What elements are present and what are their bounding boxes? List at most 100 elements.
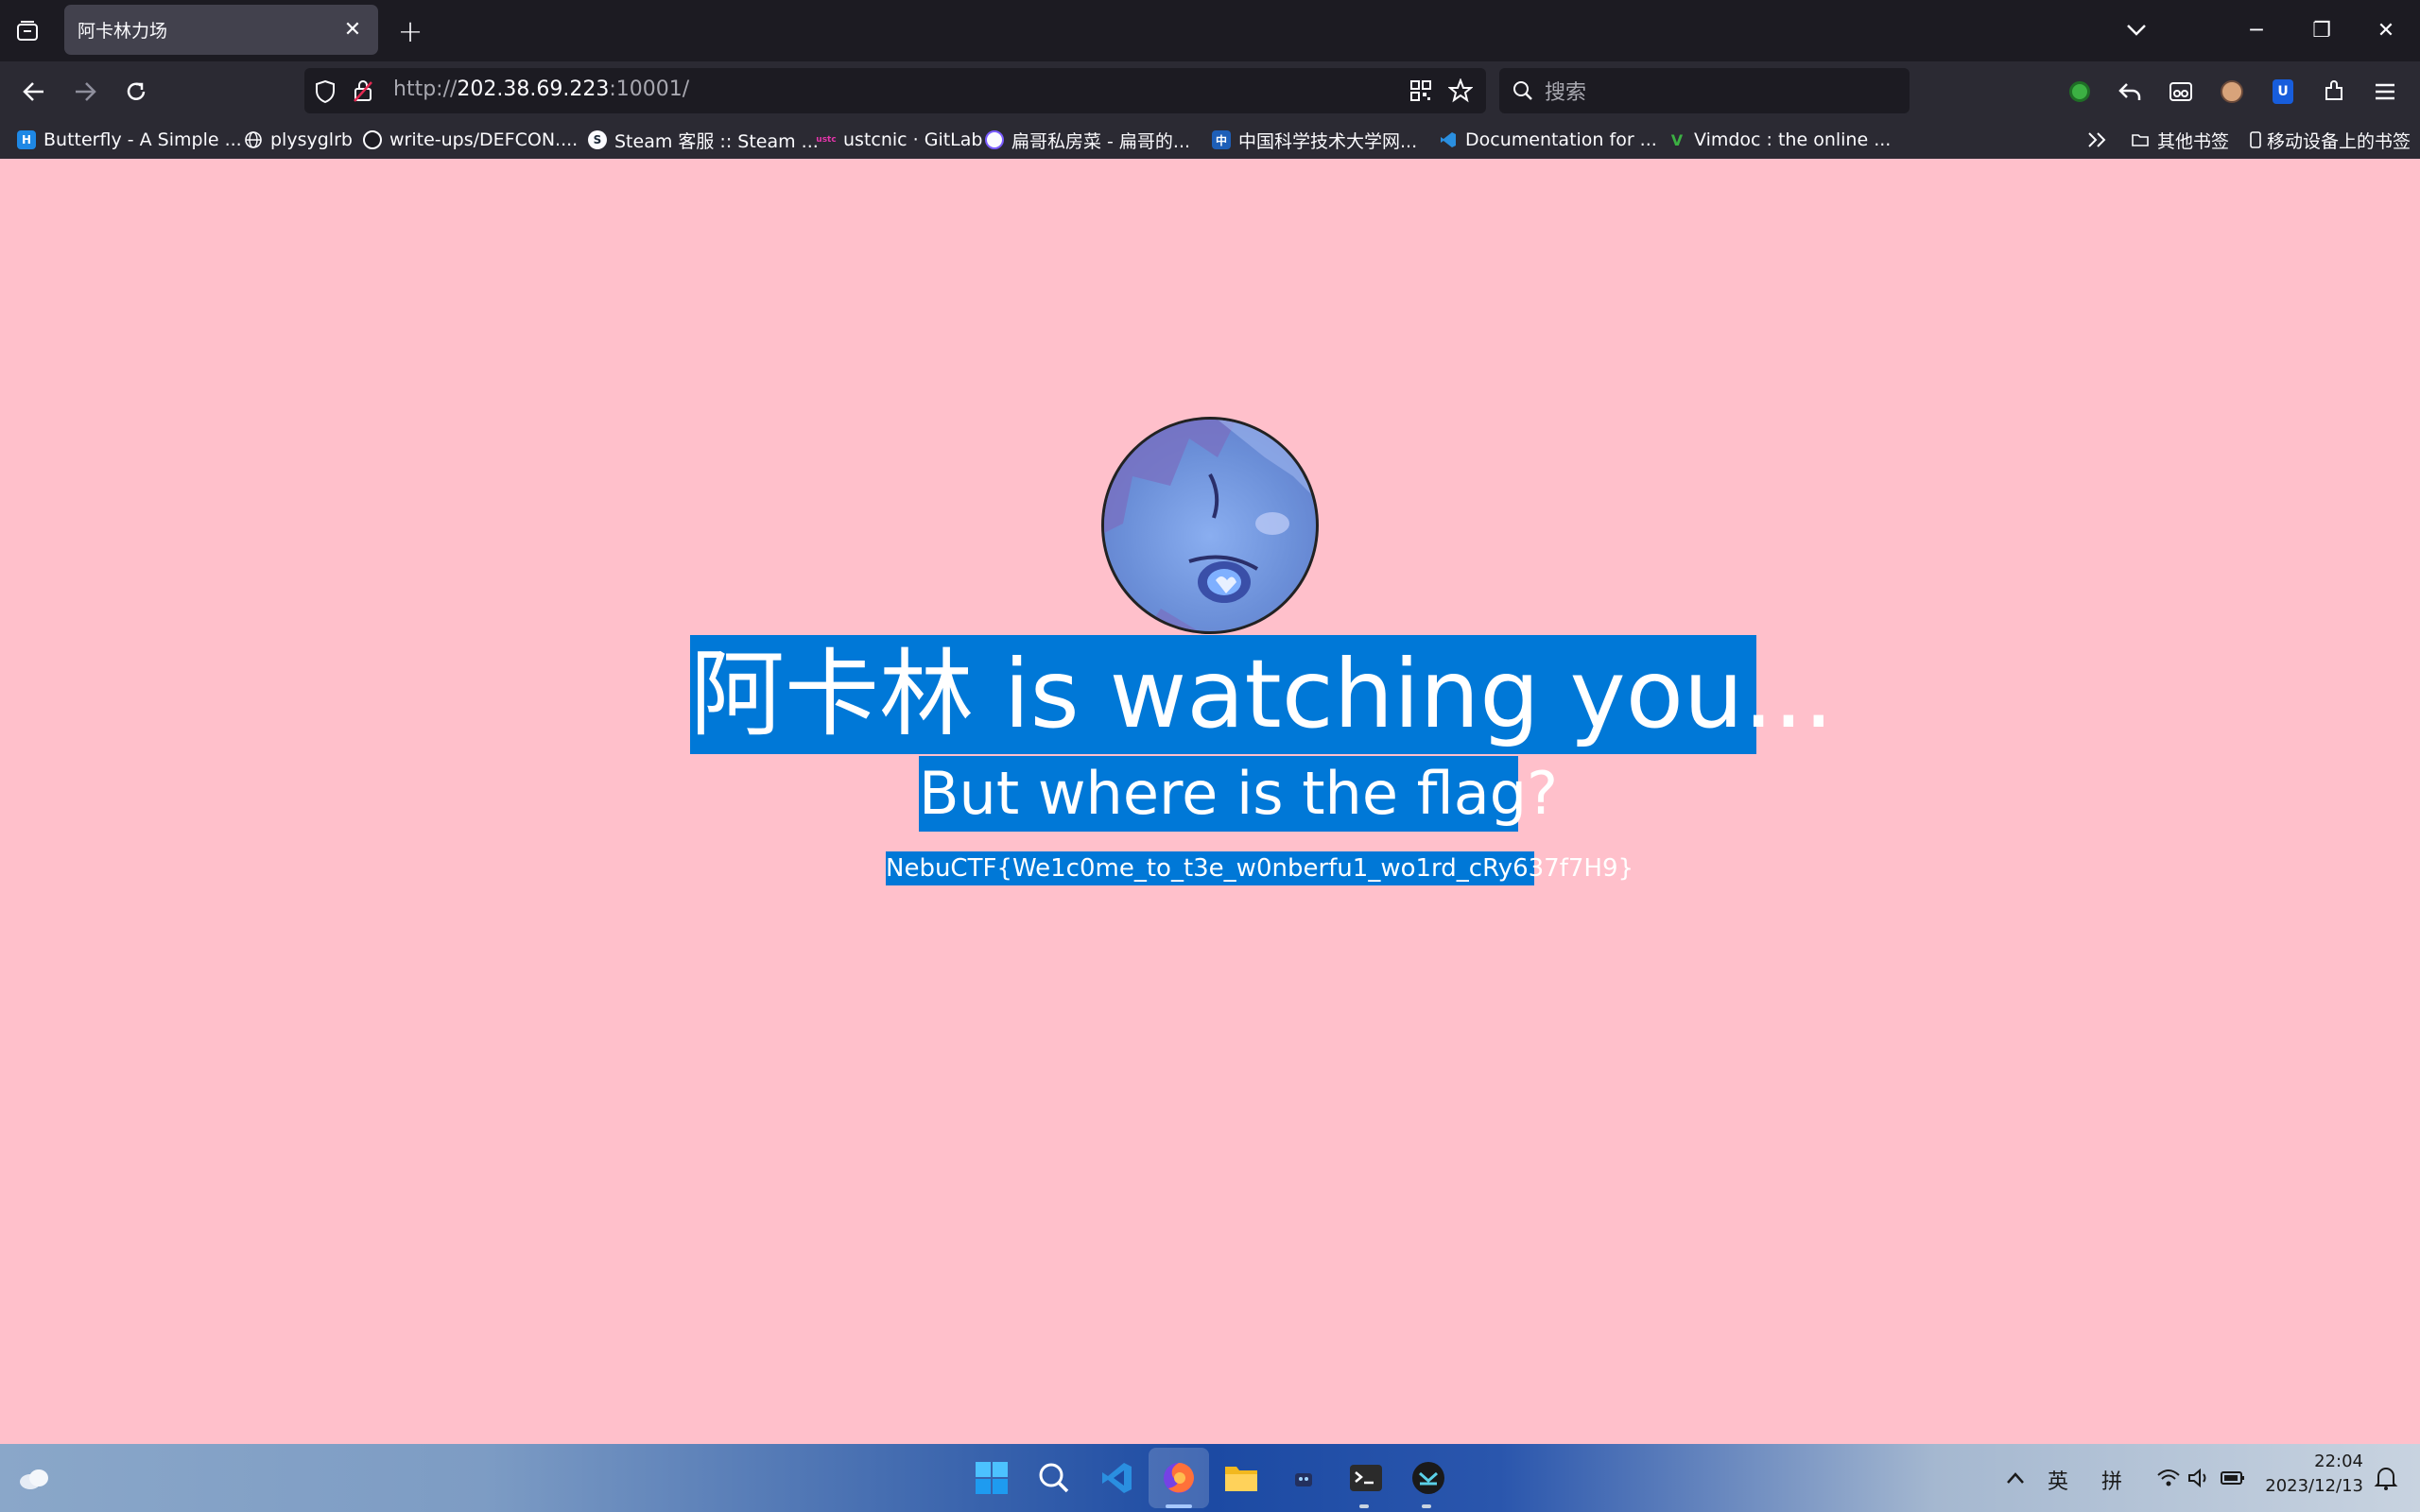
bookmark-item[interactable]: 中中国科学技术大学网...: [1212, 125, 1417, 155]
bookmark-item[interactable]: H Butterfly - A Simple ...: [17, 125, 242, 155]
flag-text: NebuCTF{We1c0me_to_t3e_w0nberfu1_wo1rd_c…: [886, 851, 1634, 885]
bookmark-label: 扁哥私房菜 - 扁哥的...: [1011, 130, 1191, 152]
restore-button[interactable]: ❐: [2293, 9, 2350, 51]
clock-date: 2023/12/13: [2265, 1476, 2363, 1496]
ime-language-indicator[interactable]: 英: [2048, 1465, 2068, 1495]
tab-list-icon: [17, 20, 38, 41]
akarin-avatar-image: [1101, 417, 1319, 634]
terminal-icon[interactable]: [1345, 1457, 1387, 1499]
browser-window: 阿卡林力场 ✕ + ─ ❐ ✕ http://202.38.69.223:100…: [0, 0, 2420, 1512]
bookmarks-toolbar: H Butterfly - A Simple ... plysyglrb writ…: [0, 121, 2420, 159]
globe-icon: [245, 131, 262, 148]
bookmark-item[interactable]: S Steam 客服 :: Steam ...: [588, 125, 819, 155]
reader-glasses-icon[interactable]: [2167, 77, 2195, 106]
address-bar[interactable]: http://202.38.69.223:10001/: [304, 68, 1486, 113]
bookmark-label: Steam 客服 :: Steam ...: [614, 130, 819, 152]
minimize-button[interactable]: ─: [2228, 9, 2285, 51]
folder-icon: [2132, 134, 2149, 146]
bookmark-label: Vimdoc : the online ...: [1694, 129, 1892, 150]
hamburger-menu-icon[interactable]: [2371, 77, 2399, 106]
close-window-button[interactable]: ✕: [2358, 9, 2414, 51]
vscode-taskbar-icon[interactable]: [1096, 1457, 1137, 1499]
other-bookmarks-label: 其他书签: [2157, 130, 2230, 152]
bookmark-label: Documentation for ...: [1465, 129, 1657, 150]
ime-mode-indicator[interactable]: 拼: [2101, 1465, 2122, 1495]
bookmark-label: ustcnic · GitLab: [843, 129, 983, 150]
page-heading: 阿卡林 is watching you...: [690, 635, 1834, 754]
mobile-device-icon: [2250, 131, 2261, 148]
gitlab-icon: ustc: [816, 135, 837, 145]
bookmark-label: plysyglrb: [270, 129, 353, 150]
bookmark-item[interactable]: Documentation for ...: [1439, 125, 1657, 155]
windows-start-icon[interactable]: [971, 1457, 1012, 1499]
terminal-running-indicator: [1359, 1504, 1369, 1508]
github-icon: [363, 130, 382, 149]
tab-title: 阿卡林力场: [78, 21, 168, 42]
navigation-toolbar: http://202.38.69.223:10001/ 搜索 U: [0, 61, 2420, 121]
double-chevron-icon: [2088, 132, 2106, 147]
app-character-icon[interactable]: [1283, 1457, 1324, 1499]
app-mail-icon[interactable]: [1408, 1457, 1449, 1499]
back-button[interactable]: [13, 71, 55, 112]
tab-list-button[interactable]: [0, 0, 55, 61]
reload-button[interactable]: [115, 71, 157, 112]
new-tab-button[interactable]: +: [391, 13, 429, 49]
reload-icon: [127, 82, 146, 100]
search-placeholder: 搜索: [1545, 81, 1587, 105]
tab-bar: 阿卡林力场 ✕ + ─ ❐ ✕: [0, 0, 2420, 61]
ustc-icon: 中: [1212, 130, 1231, 149]
vim-icon: V: [1670, 130, 1684, 149]
url-text[interactable]: http://202.38.69.223:10001/: [393, 77, 689, 101]
anime-face-illustration: [1104, 420, 1316, 631]
bookmark-item[interactable]: ustc ustcnic · GitLab: [816, 125, 983, 155]
bookmark-item[interactable]: V Vimdoc : the online ...: [1668, 125, 1892, 155]
url-host: 202.38.69.223: [457, 77, 610, 101]
bookmark-label: Butterfly - A Simple ...: [43, 129, 242, 150]
battery-icon[interactable]: [2212, 1457, 2254, 1499]
extensions-puzzle-icon[interactable]: [2320, 77, 2348, 106]
bookmark-item[interactable]: write-ups/DEFCON....: [363, 125, 578, 155]
steam-icon: S: [588, 130, 607, 149]
bookmark-star-icon[interactable]: [1448, 78, 1473, 103]
clock-time: 22:04: [2314, 1452, 2363, 1471]
notification-bell-icon[interactable]: [2365, 1457, 2407, 1499]
active-tab[interactable]: 阿卡林力场 ✕: [64, 5, 378, 55]
tracking-shield-icon[interactable]: [314, 79, 337, 104]
undo-arrow-icon[interactable]: [2116, 77, 2144, 106]
bookmark-label: write-ups/DEFCON....: [389, 129, 579, 150]
search-bar[interactable]: 搜索: [1499, 68, 1910, 113]
bookmarks-overflow-button[interactable]: [2087, 125, 2108, 155]
firefox-taskbar-icon[interactable]: [1158, 1457, 1200, 1499]
mobile-bookmarks-label: 移动设备上的书签: [2267, 130, 2411, 152]
back-arrow-icon: [23, 82, 43, 101]
taskbar-clock[interactable]: 22:04 2023/12/13: [2250, 1450, 2363, 1499]
other-bookmarks-folder[interactable]: 其他书签: [2131, 125, 2229, 155]
url-port: :10001/: [609, 77, 690, 101]
firefox-running-indicator: [1166, 1504, 1192, 1508]
insecure-lock-icon[interactable]: [352, 78, 374, 103]
windows-taskbar: 英 拼 22:04 2023/12/13: [0, 1444, 2420, 1512]
butterfly-icon: H: [17, 130, 36, 149]
file-explorer-icon[interactable]: [1220, 1457, 1262, 1499]
bookmark-item[interactable]: plysyglrb: [244, 125, 353, 155]
weather-cloud-icon[interactable]: [13, 1457, 55, 1499]
forward-button[interactable]: [64, 71, 106, 112]
page-subheading: But where is the flag?: [919, 756, 1558, 832]
forward-arrow-icon: [76, 82, 96, 101]
mobile-bookmarks-folder[interactable]: 移动设备上的书签: [2246, 125, 2411, 155]
search-icon: [1513, 81, 1532, 100]
extension-face-icon[interactable]: [2218, 77, 2246, 106]
bookmark-item[interactable]: 扁哥私房菜 - 扁哥的...: [985, 125, 1190, 155]
page-content: 阿卡林 is watching you... But where is the …: [0, 159, 2420, 1444]
vscode-icon: [1441, 132, 1456, 147]
tab-close-icon[interactable]: ✕: [340, 18, 365, 43]
bookmark-label: 中国科学技术大学网...: [1238, 130, 1418, 152]
tab-overflow-chevron-icon[interactable]: [2108, 9, 2165, 51]
bitwarden-shield-icon[interactable]: U: [2269, 77, 2297, 106]
blog-icon: [985, 130, 1004, 149]
tray-chevron-up-icon[interactable]: [1995, 1457, 2036, 1499]
extension-green-icon[interactable]: [2066, 77, 2094, 106]
url-scheme: http://: [393, 77, 458, 101]
qr-code-icon[interactable]: [1410, 80, 1431, 101]
taskbar-search-icon[interactable]: [1033, 1457, 1075, 1499]
